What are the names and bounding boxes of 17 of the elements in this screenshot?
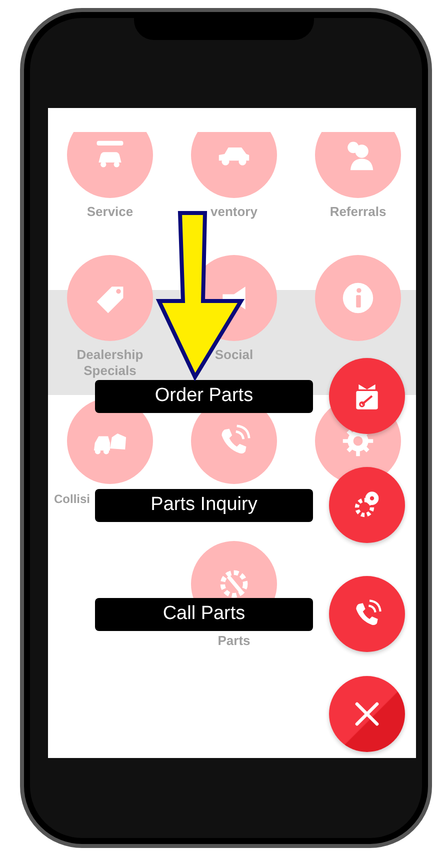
menu-tile-button[interactable] <box>67 132 153 198</box>
action-label[interactable]: Parts Inquiry <box>95 488 313 522</box>
tile-label: Referrals <box>328 204 388 220</box>
action-button[interactable] <box>329 576 405 652</box>
action-label[interactable]: Call Parts <box>95 598 313 630</box>
menu-tile-button[interactable] <box>315 132 401 198</box>
menu-tile-button[interactable] <box>191 132 277 198</box>
tile-label: Social <box>214 347 254 363</box>
close-button[interactable] <box>329 676 405 752</box>
tile-label: ventory <box>210 204 258 220</box>
tile-label: Dealership Specials <box>76 347 144 379</box>
action-label[interactable]: Order Parts <box>95 380 313 412</box>
tile-label: Service <box>86 204 134 220</box>
info-icon <box>341 281 375 315</box>
action-button[interactable] <box>329 467 405 543</box>
tile-label: Collisi <box>54 491 92 507</box>
tile-label: Parts <box>216 633 252 649</box>
